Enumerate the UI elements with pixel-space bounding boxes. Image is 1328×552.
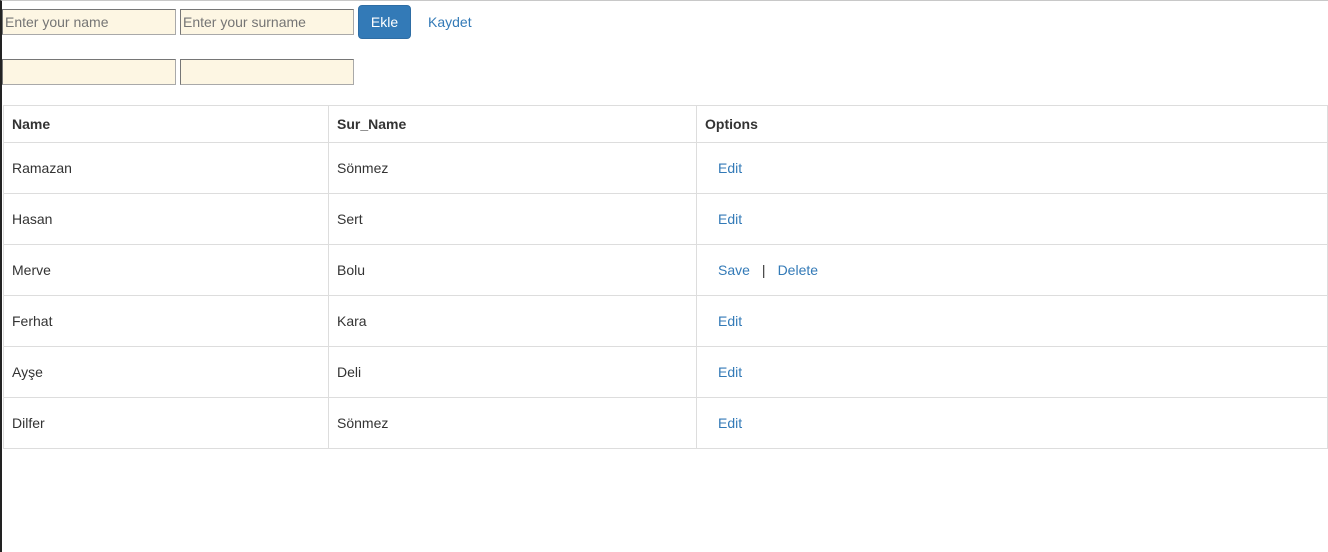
row-delete-link[interactable]: Delete <box>778 262 818 278</box>
cell-name: Merve <box>3 244 329 296</box>
cell-name: Ayşe <box>3 346 329 398</box>
cell-surname: Kara <box>328 295 697 347</box>
name-input[interactable] <box>2 9 176 35</box>
header-row: Name Sur_Name Options <box>3 105 1328 143</box>
row-edit-link[interactable]: Edit <box>718 211 742 227</box>
cell-options: Edit <box>696 346 1328 398</box>
edit-person-form <box>2 59 358 85</box>
column-header-surname: Sur_Name <box>328 105 697 143</box>
row-edit-link[interactable]: Edit <box>718 160 742 176</box>
options-separator: | <box>761 262 766 278</box>
save-link[interactable]: Kaydet <box>428 14 472 30</box>
row-edit-link[interactable]: Edit <box>718 313 742 329</box>
people-table: Name Sur_Name Options Ramazan Sönmez Edit H… <box>3 105 1328 449</box>
add-person-form: Ekle Kaydet <box>2 5 472 39</box>
cell-name: Ferhat <box>3 295 329 347</box>
cell-surname: Deli <box>328 346 697 398</box>
cell-surname: Bolu <box>328 244 697 296</box>
cell-options: Save | Delete <box>696 244 1328 296</box>
table-body: Ramazan Sönmez Edit Hasan Sert Edit Merve Bolu S… <box>3 142 1328 449</box>
table-row: Merve Bolu Save | Delete <box>3 244 1328 296</box>
edit-surname-input[interactable] <box>180 59 354 85</box>
table-row: Ramazan Sönmez Edit <box>3 142 1328 194</box>
cell-name: Ramazan <box>3 142 329 194</box>
surname-input[interactable] <box>180 9 354 35</box>
row-edit-link[interactable]: Edit <box>718 364 742 380</box>
cell-surname: Sönmez <box>328 142 697 194</box>
table-header: Name Sur_Name Options <box>3 105 1328 143</box>
table-row: Dilfer Sönmez Edit <box>3 397 1328 449</box>
row-save-link[interactable]: Save <box>718 262 750 278</box>
cell-surname: Sönmez <box>328 397 697 449</box>
column-header-options: Options <box>696 105 1328 143</box>
table-row: Hasan Sert Edit <box>3 193 1328 245</box>
cell-name: Dilfer <box>3 397 329 449</box>
row-edit-link[interactable]: Edit <box>718 415 742 431</box>
table-row: Ferhat Kara Edit <box>3 295 1328 347</box>
cell-options: Edit <box>696 193 1328 245</box>
page: Ekle Kaydet Name Sur_Name Options Ramaza… <box>0 0 1328 552</box>
table-row: Ayşe Deli Edit <box>3 346 1328 398</box>
cell-surname: Sert <box>328 193 697 245</box>
column-header-name: Name <box>3 105 329 143</box>
add-button[interactable]: Ekle <box>358 5 411 39</box>
edit-name-input[interactable] <box>2 59 176 85</box>
cell-options: Edit <box>696 295 1328 347</box>
cell-options: Edit <box>696 142 1328 194</box>
cell-options: Edit <box>696 397 1328 449</box>
cell-name: Hasan <box>3 193 329 245</box>
